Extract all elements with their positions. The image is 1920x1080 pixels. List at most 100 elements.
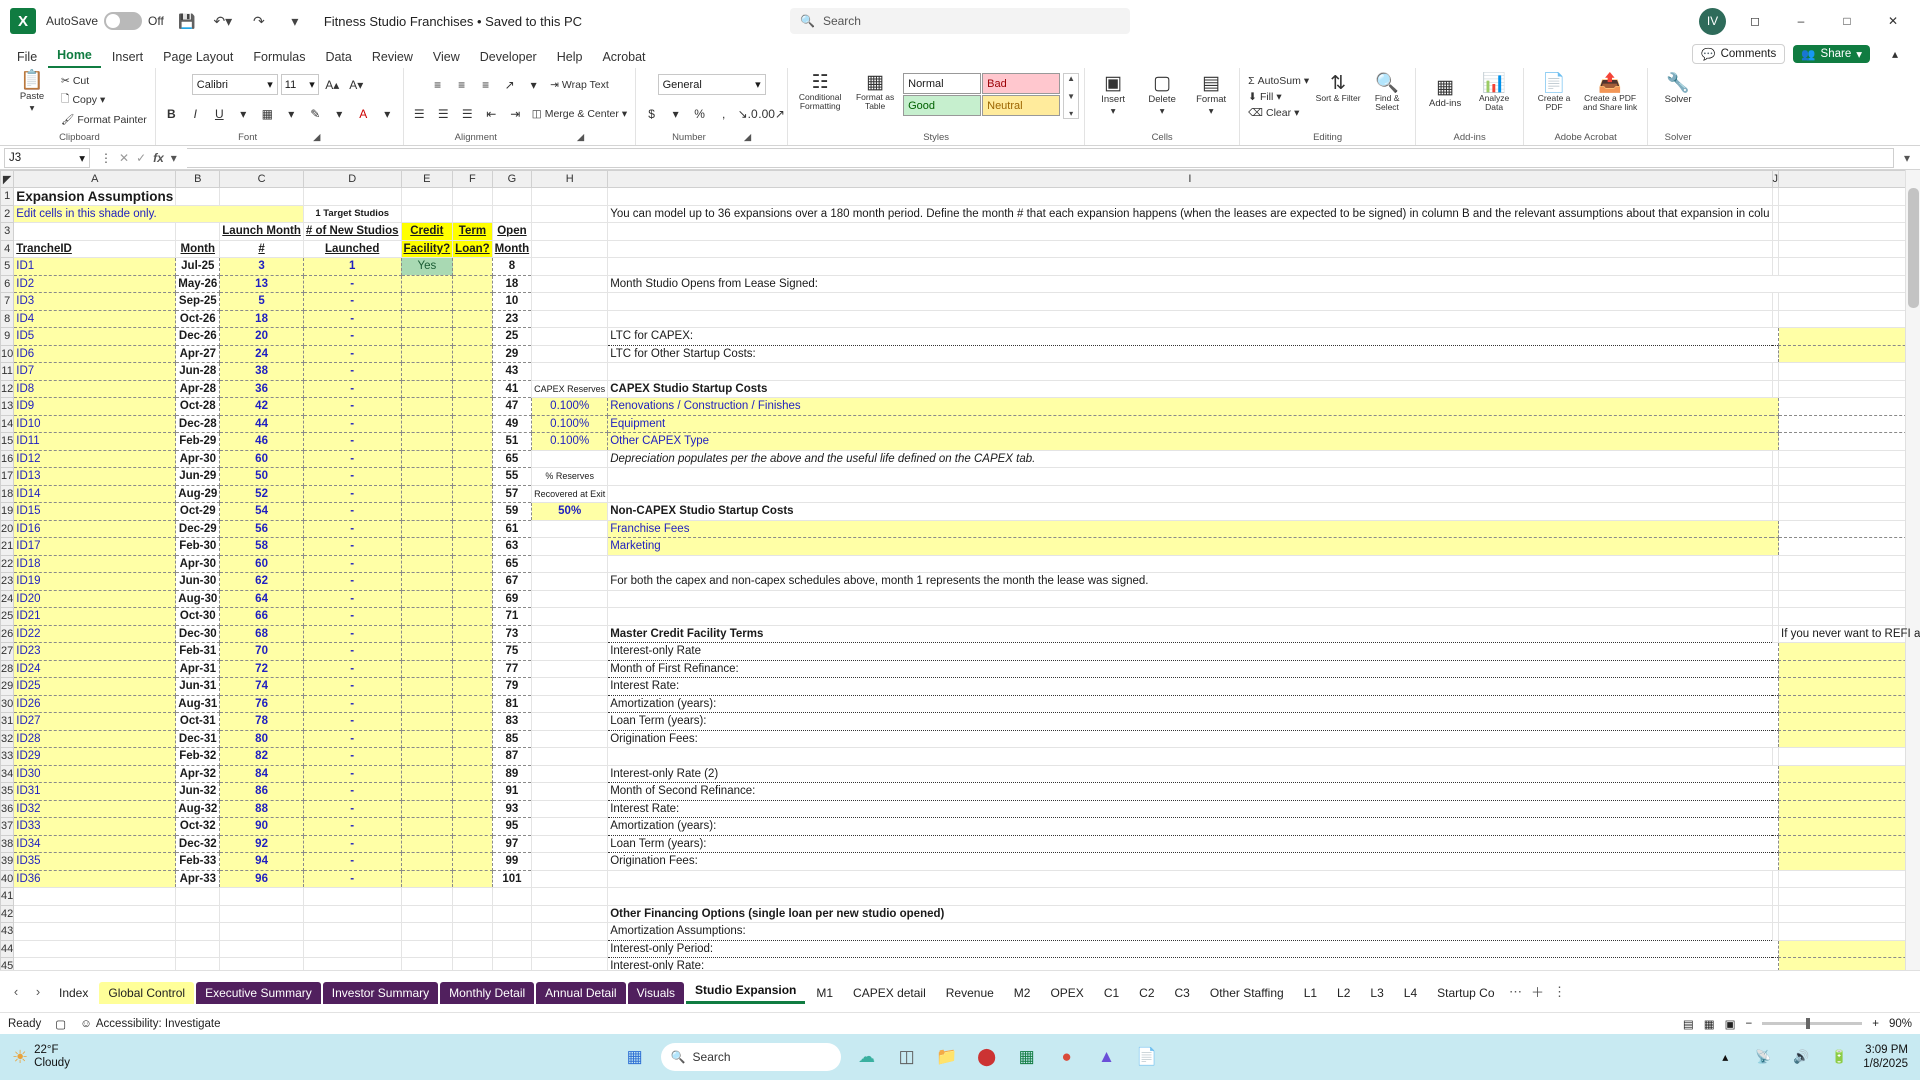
cell-A14[interactable]: ID10 (13, 414, 177, 433)
cell-F20[interactable] (452, 519, 493, 538)
cell-H37[interactable] (531, 817, 609, 836)
decrease-font-size-button[interactable]: A▾ (346, 74, 367, 95)
cell-F10[interactable] (452, 344, 493, 363)
cell-B11[interactable]: Jun-28 (175, 362, 221, 381)
cell-G6[interactable]: 18 (491, 274, 533, 293)
ribbon-tab-file[interactable]: File (8, 47, 46, 68)
row-header-16[interactable]: 16 (0, 449, 15, 468)
sheet-tab-c2[interactable]: C2 (1130, 982, 1164, 1004)
cell-K12[interactable]: detail' tab (1778, 379, 1920, 398)
copy-button[interactable]: 🗋 Copy ▾ (58, 90, 150, 110)
cell-A43[interactable] (13, 922, 177, 941)
row-header-8[interactable]: 8 (0, 309, 15, 328)
cell-E22[interactable] (400, 554, 454, 573)
cell-C4[interactable]: # (219, 239, 304, 258)
cell-C24[interactable]: 64 (219, 589, 304, 608)
volume-icon[interactable]: 🔊 (1787, 1043, 1815, 1071)
cell-G9[interactable]: 25 (491, 327, 533, 346)
cell-D21[interactable]: - (302, 537, 402, 556)
cell-A27[interactable]: ID23 (13, 642, 177, 661)
cell-A19[interactable]: ID15 (13, 502, 177, 521)
previous-sheet-icon[interactable]: ‹ (6, 984, 26, 999)
cell-D2[interactable]: 1 Target Studios (302, 204, 402, 223)
cell-B33[interactable]: Feb-32 (175, 747, 221, 766)
cell-G25[interactable]: 71 (491, 607, 533, 626)
cell-I12[interactable]: CAPEX Studio Startup Costs (607, 379, 1773, 398)
comma-format-icon[interactable]: , (713, 103, 734, 124)
cell-I45[interactable]: Interest-only Rate: (607, 957, 1779, 970)
cell-K25[interactable] (1778, 607, 1920, 626)
table-row[interactable]: 22 ID18 Apr-30 60- 65 (0, 554, 1920, 573)
cell-I38[interactable]: Loan Term (years): (607, 834, 1779, 853)
cell-G3[interactable]: Open (491, 222, 533, 241)
cell-E37[interactable] (400, 817, 454, 836)
cell-A2[interactable]: Edit cells in this shade only. (13, 204, 304, 223)
cell-I5[interactable] (607, 257, 1773, 276)
cell-B36[interactable]: Aug-32 (175, 799, 221, 818)
cell-D16[interactable]: - (302, 449, 402, 468)
cell-F4[interactable]: Loan? (452, 239, 493, 258)
cell-F6[interactable] (452, 274, 493, 293)
row-header-14[interactable]: 14 (0, 414, 15, 433)
cell-K14[interactable]: $50,000 (1778, 414, 1920, 433)
cell-D43[interactable] (302, 922, 402, 941)
cell-H34[interactable] (531, 764, 609, 783)
cell-A4[interactable]: TrancheID (13, 239, 177, 258)
cell-K29[interactable]: 8.00% (1778, 677, 1920, 696)
row-header-35[interactable]: 35 (0, 782, 15, 801)
cell-H42[interactable] (531, 904, 609, 923)
cell-I33[interactable] (607, 747, 1773, 766)
cell-K21[interactable]: $10,000 (1778, 537, 1920, 556)
cell-D5[interactable]: 1 (302, 257, 402, 276)
cell-A36[interactable]: ID32 (13, 799, 177, 818)
row-header-41[interactable]: 41 (0, 887, 15, 906)
cell-K15[interactable]: $10,000 (1778, 432, 1920, 451)
cell-D31[interactable]: - (302, 712, 402, 731)
cell-C28[interactable]: 72 (219, 659, 304, 678)
cell-B18[interactable]: Aug-29 (175, 484, 221, 503)
table-row[interactable]: 23 ID19 Jun-30 62- 67 For both the capex and … (0, 572, 1920, 591)
avatar[interactable]: IV (1699, 7, 1726, 35)
table-row[interactable]: 11ID7Jun-2838-43See 'CAPEXTOTAL %When th… (0, 362, 1920, 381)
cell-C38[interactable]: 92 (219, 834, 304, 853)
cell-H2[interactable] (531, 204, 609, 223)
cell-H39[interactable] (531, 852, 609, 871)
cell-D24[interactable]: - (302, 589, 402, 608)
sheet-tab-m2[interactable]: M2 (1004, 982, 1040, 1004)
more-styles-icon[interactable]: ▾ (1069, 109, 1073, 118)
table-row[interactable]: 39ID35Feb-3394- 99 Origination Fees:1.00% (0, 852, 1920, 871)
cell-F42[interactable] (452, 904, 493, 923)
cell-F12[interactable] (452, 379, 493, 398)
cell-C18[interactable]: 52 (219, 484, 304, 503)
cell-E14[interactable] (400, 414, 454, 433)
cell-A1[interactable]: Expansion Assumptions (13, 187, 177, 206)
save-icon[interactable]: 💾 (174, 8, 200, 34)
cell-C8[interactable]: 18 (219, 309, 304, 328)
cell-E7[interactable] (400, 292, 454, 311)
table-row[interactable]: 26 ID22 Dec-30 68- 73 Master Credit Facility … (0, 624, 1920, 643)
cell-A33[interactable]: ID29 (13, 747, 177, 766)
sort-filter-button[interactable]: ⇅ Sort & Filter (1315, 74, 1361, 103)
customize-quick-access-icon[interactable]: ▾ (282, 8, 308, 34)
page-break-view-icon[interactable]: ▣ (1725, 1017, 1736, 1031)
cell-I19[interactable]: Non-CAPEX Studio Startup Costs (607, 502, 1773, 521)
row-header-1[interactable]: 1 (0, 187, 15, 206)
column-header-C[interactable]: C (219, 170, 304, 188)
column-header-F[interactable]: F (452, 170, 493, 188)
more-sheets-icon[interactable]: ⋯ (1506, 984, 1526, 1000)
cell-I27[interactable]: Interest-only Rate (607, 642, 1779, 661)
cell-D32[interactable]: - (302, 729, 402, 748)
cell-K1[interactable] (1778, 187, 1920, 206)
cell-I14[interactable]: Equipment (607, 414, 1779, 433)
cell-A6[interactable]: ID2 (13, 274, 177, 293)
cell-C15[interactable]: 46 (219, 432, 304, 451)
cell-B5[interactable]: Jul-25 (175, 257, 221, 276)
cell-D38[interactable]: - (302, 834, 402, 853)
cell-F22[interactable] (452, 554, 493, 573)
cell-F15[interactable] (452, 432, 493, 451)
cell-I3[interactable] (607, 222, 1773, 241)
cell-H14[interactable]: 0.100% (531, 414, 609, 433)
cell-E10[interactable] (400, 344, 454, 363)
cell-D30[interactable]: - (302, 694, 402, 713)
taskbar-date[interactable]: 1/8/2025 (1863, 1057, 1908, 1071)
